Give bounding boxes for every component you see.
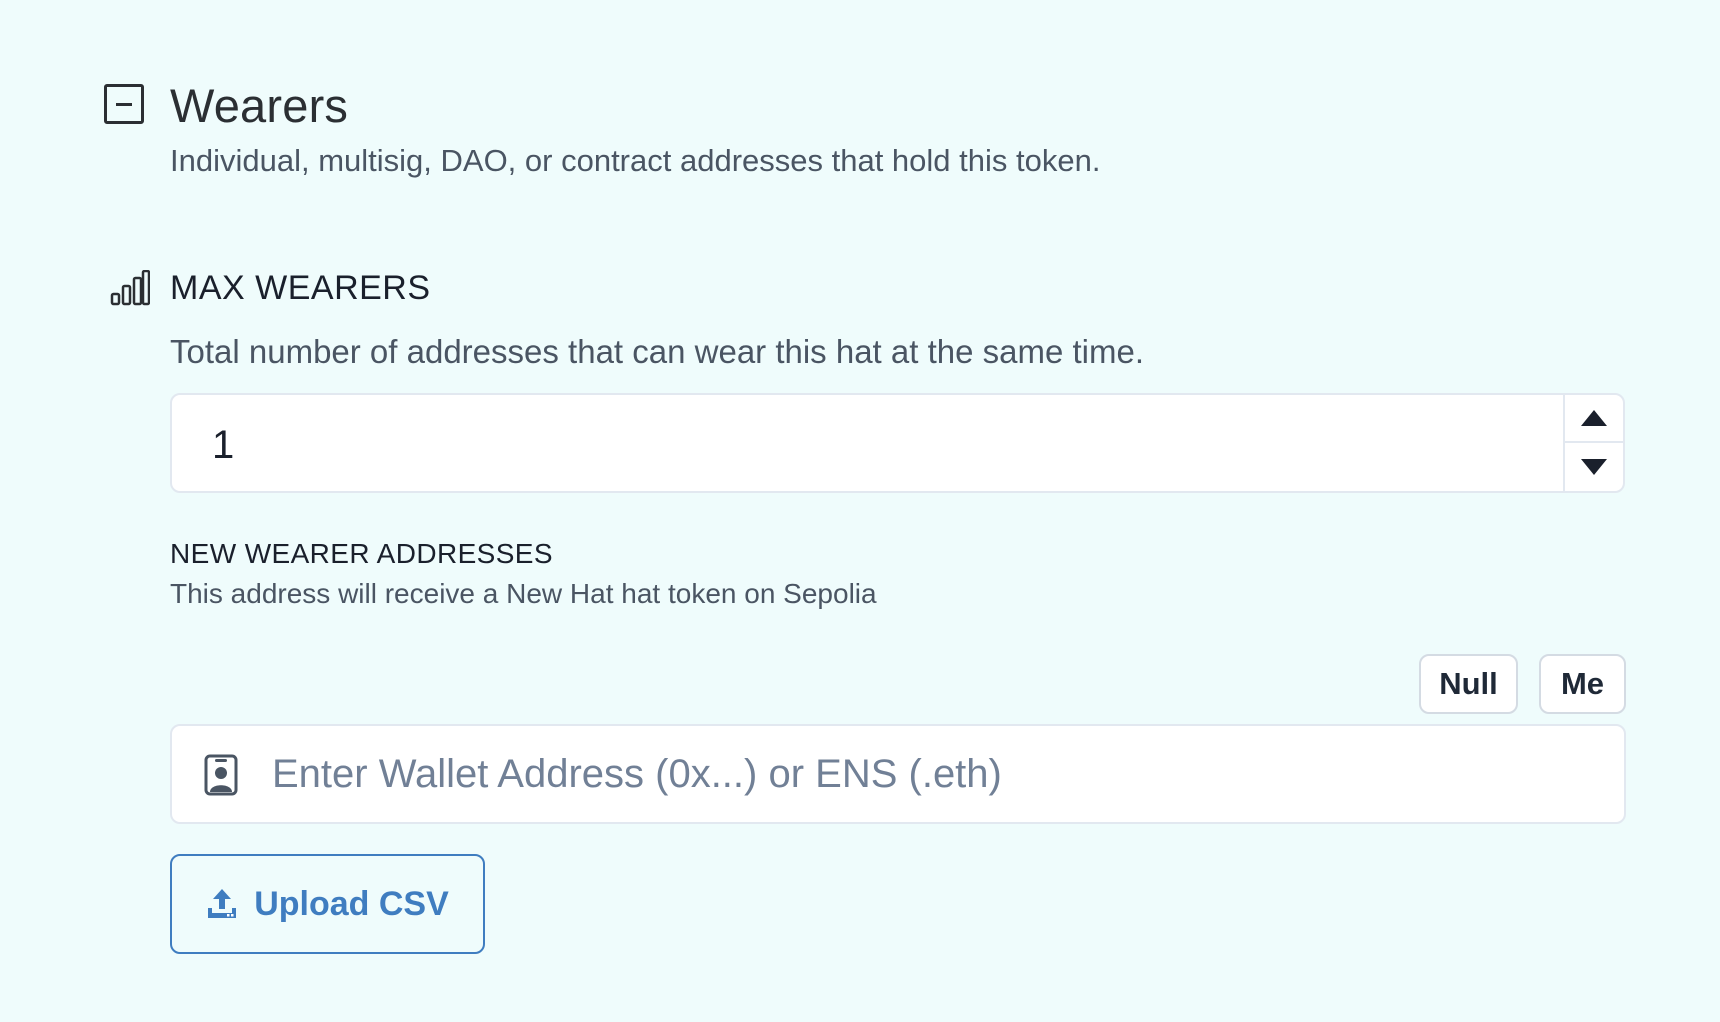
max-wearers-description: Total number of addresses that can wear … [170, 333, 1144, 370]
new-wearer-addresses-title: NEW WEARER ADDRESSES [170, 538, 553, 569]
section-title: Wearers [170, 79, 349, 132]
triangle-down-icon [1581, 459, 1607, 475]
null-button[interactable]: Null [1419, 654, 1518, 714]
wallet-address-field[interactable] [170, 724, 1626, 824]
wearers-section: Wearers Individual, multisig, DAO, or co… [0, 0, 1720, 1022]
me-button[interactable]: Me [1539, 654, 1626, 714]
increment-button[interactable] [1565, 395, 1623, 443]
quantity-stepper[interactable] [1563, 395, 1623, 491]
max-wearers-title: MAX WEARERS [170, 269, 431, 307]
upload-icon [208, 889, 237, 918]
decrement-button[interactable] [1565, 443, 1623, 491]
section-description: Individual, multisig, DAO, or contract a… [170, 143, 1101, 178]
triangle-up-icon [1581, 410, 1607, 426]
bar-chart-icon [110, 270, 150, 306]
new-wearer-addresses-description: This address will receive a New Hat hat … [170, 578, 877, 609]
minus-square-icon[interactable] [104, 84, 144, 124]
contact-card-icon [204, 754, 238, 796]
max-wearers-value[interactable]: 1 [212, 423, 234, 468]
upload-csv-label: Upload CSV [254, 884, 449, 923]
upload-csv-button[interactable]: Upload CSV [170, 854, 485, 954]
max-wearers-input[interactable]: 1 [170, 393, 1625, 493]
wallet-address-input[interactable] [272, 726, 1602, 822]
